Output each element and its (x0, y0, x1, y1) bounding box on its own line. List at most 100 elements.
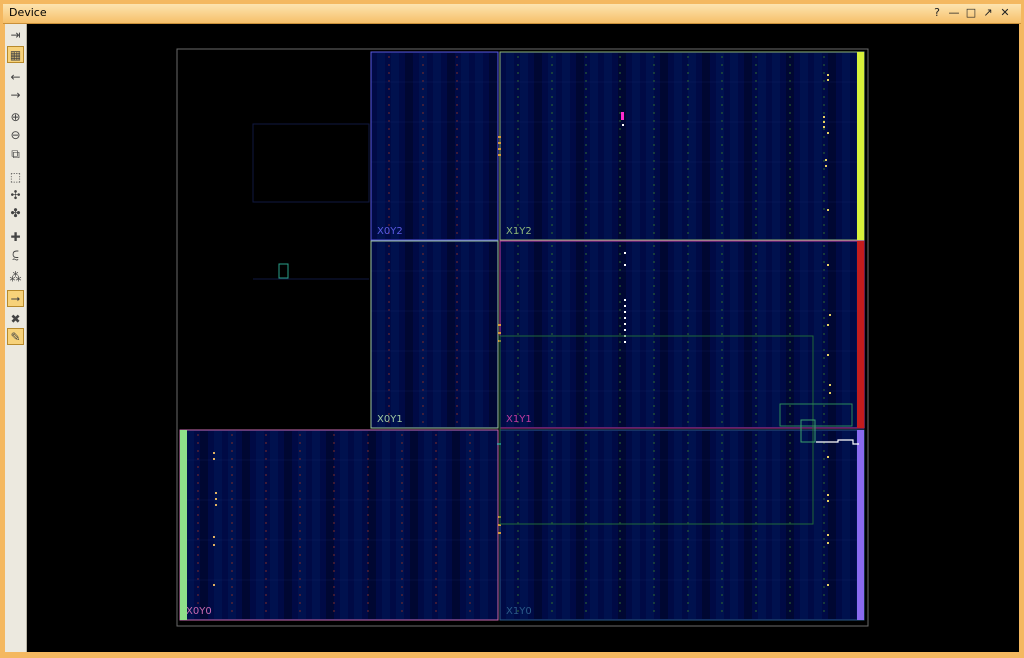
placed-cell (823, 121, 825, 123)
placed-cell (215, 498, 217, 500)
fabric-column (604, 53, 612, 239)
fabric-column (340, 431, 348, 619)
fabric-column (618, 242, 626, 427)
site-pin-icon[interactable]: ⁂ (7, 268, 24, 285)
placed-cell (827, 534, 829, 536)
region-boundary-marker (498, 532, 501, 534)
region-fabric (180, 430, 498, 620)
unplace-icon[interactable]: ✖ (7, 310, 24, 327)
fabric-column (354, 431, 362, 619)
fabric-column (480, 431, 488, 619)
fabric-column (438, 431, 446, 619)
autofit-selection-icon[interactable]: ✣ (7, 186, 24, 203)
placed-cell (827, 324, 829, 326)
fabric-column (674, 53, 682, 239)
create-pblock-icon[interactable]: ✚ (7, 228, 24, 245)
fabric-column (688, 242, 696, 427)
placed-cell (825, 165, 827, 167)
fabric-column (842, 431, 850, 619)
fabric-column (814, 53, 822, 239)
show-routing-icon[interactable]: ⭢ (7, 290, 24, 307)
fabric-column (396, 431, 404, 619)
back-icon[interactable]: ← (7, 68, 24, 85)
device-floorplan[interactable]: X0Y2 X1Y2 X0Y1 X1Y1 X0Y0 X1Y0 (27, 24, 1019, 652)
device-view-icon[interactable]: ▦ (7, 46, 24, 63)
clock-region-label: X0Y0 (186, 606, 212, 617)
region-boundary-marker (498, 324, 501, 326)
collapse-icon[interactable]: ⇥ (7, 26, 24, 43)
fabric-column (730, 242, 738, 427)
route-icon[interactable]: ✤ (7, 204, 24, 221)
minimize-icon[interactable]: — (948, 6, 960, 20)
fabric-column (520, 431, 528, 619)
fabric-column (604, 431, 612, 619)
fabric-column (489, 242, 497, 427)
fabric-column (377, 53, 385, 239)
fabric-column (800, 431, 808, 619)
zoom-out-icon[interactable]: ⊖ (7, 126, 24, 143)
placed-cell (827, 456, 829, 458)
io-bank-top (857, 52, 864, 240)
placed-cell (827, 354, 829, 356)
placed-cell (825, 159, 827, 161)
fabric-column (590, 242, 598, 427)
fabric-column (377, 242, 385, 427)
fabric-column (828, 431, 836, 619)
placed-cell-left (278, 263, 289, 279)
fabric-column (447, 242, 455, 427)
fabric-column (534, 53, 542, 239)
fabric-column (674, 431, 682, 619)
fabric-column (590, 53, 598, 239)
highlight-icon[interactable]: ✎ (7, 328, 24, 345)
fabric-column (632, 431, 640, 619)
fabric-column (368, 431, 376, 619)
clock-region-label: X0Y2 (377, 226, 403, 237)
placed-cell (624, 341, 626, 343)
fabric-column (391, 53, 399, 239)
fabric-column (256, 431, 264, 619)
fabric-column (447, 53, 455, 239)
placed-cell (213, 584, 215, 586)
placed-cell (624, 305, 626, 307)
fabric-column (632, 242, 640, 427)
help-icon[interactable]: ? (931, 6, 943, 20)
device-canvas[interactable]: X0Y2 X1Y2 X0Y1 X1Y1 X0Y0 X1Y0 (27, 24, 1019, 652)
fabric-column (576, 431, 584, 619)
fabric-column (604, 242, 612, 427)
placed-cell (213, 452, 215, 454)
fabric-column (716, 53, 724, 239)
float-icon[interactable]: ↗ (982, 6, 994, 20)
fabric-column (270, 431, 278, 619)
fabric-column (772, 431, 780, 619)
placed-cell (827, 584, 829, 586)
placed-cell (215, 504, 217, 506)
fabric-column (660, 431, 668, 619)
placed-cell (622, 124, 624, 126)
placed-cell (624, 311, 626, 313)
fabric-column (660, 53, 668, 239)
fabric-column (828, 242, 836, 427)
close-icon[interactable]: ✕ (999, 6, 1011, 20)
fabric-column (674, 242, 682, 427)
placed-cell (829, 392, 831, 394)
restore-icon[interactable]: □ (965, 6, 977, 20)
fabric-column (452, 431, 460, 619)
fabric-column (461, 53, 469, 239)
zoom-fit-icon[interactable]: ⧉ (7, 146, 24, 163)
place-ports-icon[interactable]: ⫇ (7, 248, 24, 265)
fabric-column (186, 431, 194, 619)
placed-cell (823, 126, 825, 128)
fabric-column (758, 431, 766, 619)
placed-cell (624, 317, 626, 319)
fabric-column (646, 53, 654, 239)
fabric-column (433, 53, 441, 239)
placed-cell (624, 323, 626, 325)
forward-icon[interactable]: → (7, 86, 24, 103)
select-area-icon[interactable]: ⬚ (7, 168, 24, 185)
fabric-column (702, 242, 710, 427)
fabric-column (842, 53, 850, 239)
placed-cell (827, 494, 829, 496)
zoom-in-icon[interactable]: ⊕ (7, 108, 24, 125)
region-boundary-marker (498, 154, 501, 156)
placed-cell (827, 132, 829, 134)
